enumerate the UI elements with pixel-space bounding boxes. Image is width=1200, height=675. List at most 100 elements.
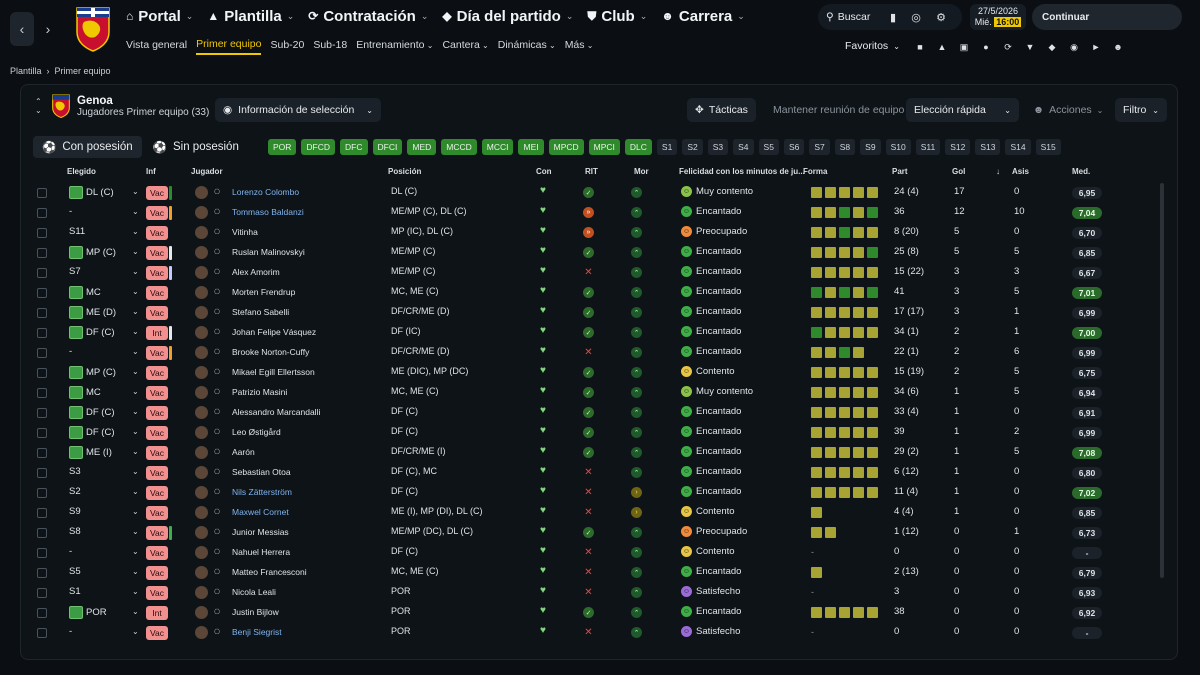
selection-cell[interactable]: DF (C) <box>69 406 115 419</box>
player-name[interactable]: Justin Bijlow <box>232 607 279 617</box>
selection-cell[interactable]: DF (C) <box>69 426 115 439</box>
chevron-down-icon[interactable]: ⌄ <box>132 307 139 316</box>
col-inf[interactable]: Inf <box>146 167 156 176</box>
row-checkbox[interactable] <box>37 488 47 498</box>
player-name[interactable]: Mikael Egill Ellertsson <box>232 367 315 377</box>
profile-icon[interactable]: ⎔ <box>214 628 220 636</box>
selection-cell[interactable]: MC <box>69 286 101 299</box>
profile-icon[interactable]: ⎔ <box>214 608 220 616</box>
position-dfc[interactable]: DFC <box>340 139 368 155</box>
chevron-down-icon[interactable]: ⌄ <box>132 387 139 396</box>
collapse-arrows-icon[interactable]: ⌃ ⌄ <box>35 97 49 115</box>
position-mpcd[interactable]: MPCD <box>548 139 584 155</box>
col-jugador[interactable]: Jugador <box>191 167 223 176</box>
selection-cell[interactable]: - <box>69 206 72 217</box>
position-dlc[interactable]: DLC <box>624 139 652 155</box>
tab-con-posesion[interactable]: ⚽ Con posesión <box>33 136 142 158</box>
position-s13[interactable]: S13 <box>975 139 1001 155</box>
col-elegido[interactable]: Elegido <box>67 167 96 176</box>
globe-icon[interactable]: ◎ <box>908 9 924 25</box>
chevron-down-icon[interactable]: ⌄ <box>132 447 139 456</box>
shirt-icon[interactable]: ▲ <box>935 40 949 54</box>
subnav-item[interactable]: Vista general <box>126 39 187 54</box>
chevron-down-icon[interactable]: ⌄ <box>132 287 139 296</box>
profile-icon[interactable]: ⎔ <box>214 328 220 336</box>
table-row[interactable]: DF (C) ⌄ Int ⎔ Johan Felipe Vásquez DF (IC) ♥ ✓… <box>21 323 1161 343</box>
subnav-item[interactable]: Dinámicas ⌄ <box>498 39 556 54</box>
position-mcci[interactable]: MCCI <box>481 139 514 155</box>
nav-carrera[interactable]: ☻ Carrera ⌄ <box>661 8 745 25</box>
row-checkbox[interactable] <box>37 548 47 558</box>
player-name[interactable]: Nils Zätterström <box>232 487 292 497</box>
profile-icon[interactable]: ⎔ <box>214 528 220 536</box>
position-mei[interactable]: MEI <box>518 139 544 155</box>
position-s12[interactable]: S12 <box>945 139 971 155</box>
quick-pick-dropdown[interactable]: Elección rápida ⌄ <box>906 98 1019 122</box>
table-row[interactable]: ME (I) ⌄ Vac ⎔ Aarón DF/CR/ME (I) ♥ ✓ ⌃ ☺ Encantad… <box>21 443 1161 463</box>
selection-cell[interactable]: S9 <box>69 506 81 517</box>
player-name[interactable]: Morten Frendrup <box>232 287 295 297</box>
player-name[interactable]: Tommaso Baldanzi <box>232 207 304 217</box>
col-part[interactable]: Part <box>892 167 908 176</box>
player-name[interactable]: Benji Siegrist <box>232 627 282 637</box>
selection-cell[interactable]: MP (C) <box>69 246 116 259</box>
scrollbar[interactable] <box>1160 183 1164 578</box>
subnav-item[interactable]: Primer equipo <box>196 38 262 55</box>
nav-portal[interactable]: ⌂ Portal ⌄ <box>126 8 193 25</box>
row-checkbox[interactable] <box>37 508 47 518</box>
subnav-item[interactable]: Entrenamiento ⌄ <box>356 39 433 54</box>
table-row[interactable]: S1 ⌄ Vac ⎔ Nicola Leali POR ♥ ✕ ⌃ ☺ Satisfecho - 3 0 0… <box>21 583 1161 603</box>
chat-icon[interactable]: ■ <box>913 40 927 54</box>
table-row[interactable]: - ⌄ Vac ⎔ Tommaso Baldanzi ME/MP (C), DL (C) ♥… <box>21 203 1161 223</box>
favorites-menu[interactable]: Favoritos ⌄ <box>845 40 900 52</box>
selection-cell[interactable]: - <box>69 626 72 637</box>
table-row[interactable]: S9 ⌄ Vac ⎔ Maxwel Cornet ME (I), MP (DI), DL … <box>21 503 1161 523</box>
chevron-down-icon[interactable]: ⌄ <box>132 587 139 596</box>
profile-icon[interactable]: ⎔ <box>214 268 220 276</box>
selection-cell[interactable]: DL (C) <box>69 186 114 199</box>
position-s9[interactable]: S9 <box>860 139 881 155</box>
player-name[interactable]: Sebastian Otoa <box>232 467 291 477</box>
people-icon[interactable]: ● <box>979 40 993 54</box>
player-name[interactable]: Johan Felipe Vásquez <box>232 327 316 337</box>
nav-plantilla[interactable]: ▲ Plantilla ⌄ <box>207 8 294 25</box>
player-name[interactable]: Alex Amorim <box>232 267 280 277</box>
selection-cell[interactable]: MC <box>69 386 101 399</box>
selection-cell[interactable]: S7 <box>69 266 81 277</box>
table-row[interactable]: S11 ⌄ Vac ⎔ Vitinha MP (IC), DL (C) ♥ » ⌃ ☺ Preocu… <box>21 223 1161 243</box>
chevron-down-icon[interactable]: ⌄ <box>132 487 139 496</box>
col-asis[interactable]: Asis <box>1012 167 1029 176</box>
chevron-down-icon[interactable]: ⌄ <box>132 347 139 356</box>
profile-icon[interactable]: ⎔ <box>214 208 220 216</box>
profile-icon[interactable]: ⎔ <box>214 428 220 436</box>
player-name[interactable]: Patrizio Masini <box>232 387 287 397</box>
chevron-down-icon[interactable]: ⌄ <box>132 547 139 556</box>
position-s2[interactable]: S2 <box>682 139 703 155</box>
row-checkbox[interactable] <box>37 428 47 438</box>
player-name[interactable]: Brooke Norton-Cuffy <box>232 347 309 357</box>
profile-icon[interactable]: ⎔ <box>214 568 220 576</box>
chevron-down-icon[interactable]: ⌄ <box>132 187 139 196</box>
nav-dadelpartido[interactable]: ◆ Día del partido ⌄ <box>442 8 573 25</box>
club-crest-logo[interactable] <box>74 6 112 52</box>
profile-icon[interactable]: ⎔ <box>214 188 220 196</box>
row-checkbox[interactable] <box>37 408 47 418</box>
table-row[interactable]: S5 ⌄ Vac ⎔ Matteo Francesconi MC, ME (C) ♥ ✕ ⌃ ☺ E… <box>21 563 1161 583</box>
subnav-item[interactable]: Cantera ⌄ <box>442 39 488 54</box>
chevron-down-icon[interactable]: ⌄ <box>132 627 139 636</box>
selection-cell[interactable]: DF (C) <box>69 326 115 339</box>
position-s6[interactable]: S6 <box>783 139 805 155</box>
table-row[interactable]: - ⌄ Vac ⎔ Brooke Norton-Cuffy DF/CR/ME (D) ♥ ✕ ⌃… <box>21 343 1161 363</box>
team-meeting-button[interactable]: Mantener reunión de equipo <box>765 98 912 122</box>
position-s7[interactable]: S7 <box>809 139 830 155</box>
profile-icon[interactable]: ⎔ <box>214 388 220 396</box>
table-row[interactable]: DL (C) ⌄ Vac ⎔ Lorenzo Colombo DL (C) ♥ ✓ ⌃ ☺ Muy … <box>21 183 1161 203</box>
row-checkbox[interactable] <box>37 228 47 238</box>
position-s3[interactable]: S3 <box>707 139 729 155</box>
chevron-down-icon[interactable]: ⌄ <box>132 207 139 216</box>
table-row[interactable]: MP (C) ⌄ Vac ⎔ Ruslan Malinovskyi ME/MP (C) ♥ ✓… <box>21 243 1161 263</box>
chevron-down-icon[interactable]: ⌄ <box>132 467 139 476</box>
breadcrumb-plantilla[interactable]: Plantilla <box>10 66 42 76</box>
tactics-button[interactable]: ✥ Tácticas <box>687 98 756 122</box>
col-mor[interactable]: Mor <box>634 167 649 176</box>
